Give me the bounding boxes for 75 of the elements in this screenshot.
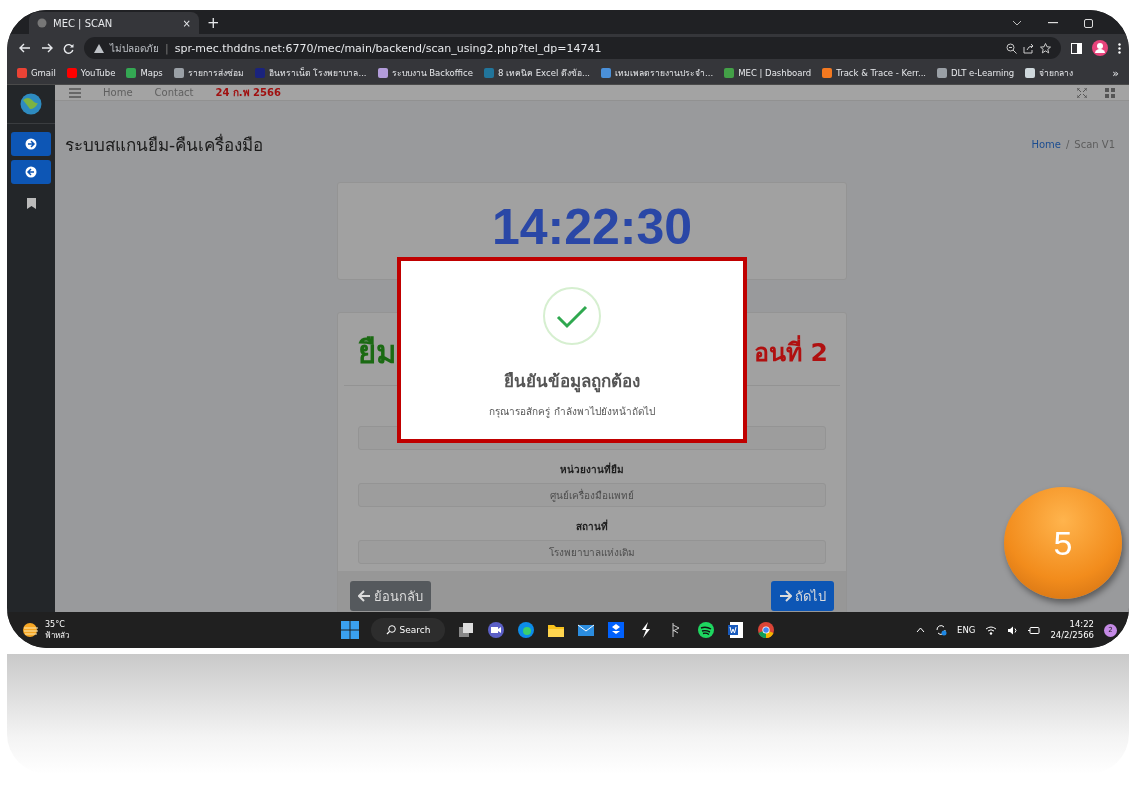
- avatar-icon[interactable]: [1092, 40, 1108, 56]
- bookmark[interactable]: Maps: [126, 68, 163, 78]
- close-icon[interactable]: ×: [182, 17, 191, 29]
- arrow-right-icon: [779, 590, 792, 602]
- more-menu-icon[interactable]: [1118, 42, 1121, 54]
- document-app-icon[interactable]: [727, 621, 745, 639]
- reload-icon[interactable]: [63, 42, 74, 54]
- bookmark[interactable]: DLT e-Learning: [937, 68, 1015, 78]
- chrome-icon[interactable]: [757, 621, 775, 639]
- bookmark[interactable]: ระบบงาน Backoffice: [377, 66, 473, 80]
- breadcrumb-separator: /: [1065, 139, 1070, 150]
- dialog-message: กรุณารอสักครู่ กำลังพาไปยังหน้าถัดไป: [489, 405, 655, 419]
- new-tab-button[interactable]: +: [207, 12, 220, 34]
- more-bookmarks-button[interactable]: »: [1112, 66, 1119, 80]
- clock-time[interactable]: 14:22: [1069, 619, 1094, 630]
- clock-date[interactable]: 24/2/2566: [1050, 630, 1094, 641]
- page-title: ระบบสแกนยืม-คืนเครื่องมือ: [65, 132, 264, 157]
- bookmark[interactable]: เทมเพลตรายงานประจำ...: [601, 66, 714, 80]
- search-button[interactable]: Search: [371, 618, 445, 642]
- task-view-icon[interactable]: [457, 621, 475, 639]
- arrow-right-icon: [25, 138, 37, 150]
- field-label: หน่วยงานที่ยืม: [559, 462, 625, 477]
- bookmark-icon[interactable]: [26, 198, 36, 209]
- form-heading: ยืม: [358, 333, 396, 372]
- search-icon: [385, 625, 396, 635]
- box-icon[interactable]: [607, 621, 625, 639]
- volume-icon[interactable]: [1007, 625, 1019, 635]
- form-heading-step: อนที่ 2: [753, 332, 828, 385]
- temperature-text: 35°C: [45, 619, 66, 630]
- forward-arrow-icon[interactable]: [41, 43, 53, 53]
- bookmark[interactable]: จ่ายกลาง: [1025, 66, 1074, 80]
- video-chat-icon[interactable]: [487, 621, 505, 639]
- start-icon[interactable]: [341, 621, 359, 639]
- zoom-icon[interactable]: [1006, 42, 1017, 54]
- battery-icon[interactable]: [1028, 625, 1041, 635]
- chevron-up-icon[interactable]: [916, 627, 926, 633]
- success-check-icon: [543, 287, 601, 345]
- bookmark[interactable]: อินทราเน็ต โรงพยาบาล...: [254, 66, 367, 80]
- next-button[interactable]: ถัดไป: [771, 581, 834, 611]
- bookmark[interactable]: Track & Trace - Kerr...: [822, 68, 927, 78]
- chevron-down-icon[interactable]: [1012, 20, 1022, 26]
- bookmark[interactable]: YouTube: [66, 68, 116, 78]
- bookmark[interactable]: 8 เทคนิค Excel ดึงข้อ...: [483, 66, 591, 80]
- fullscreen-icon[interactable]: [1077, 87, 1087, 98]
- clock-text: 14:22:30: [491, 198, 693, 256]
- warning-icon: [94, 43, 104, 53]
- breadcrumb-current: Scan V1: [1074, 139, 1115, 150]
- arrow-left-icon: [25, 166, 37, 178]
- star-icon[interactable]: [1040, 42, 1051, 54]
- music-app-icon[interactable]: [697, 621, 715, 639]
- share-icon[interactable]: [1023, 42, 1034, 54]
- restore-icon[interactable]: [1084, 18, 1093, 28]
- back-button[interactable]: ย้อนกลับ: [350, 581, 431, 611]
- side-panel-icon[interactable]: [1071, 42, 1082, 54]
- wifi-icon[interactable]: [985, 625, 998, 635]
- bookmark[interactable]: Gmail: [17, 68, 56, 78]
- browser-tab[interactable]: MEC | SCAN ×: [29, 12, 199, 34]
- scan-in-button[interactable]: [11, 132, 51, 156]
- date-text: 24 ก.พ 2566: [215, 86, 281, 100]
- weather-sun-icon: [21, 622, 39, 638]
- minimize-icon[interactable]: [1048, 22, 1058, 24]
- weather-text: ฟ้าหลัว: [45, 630, 69, 641]
- grid-icon[interactable]: [1105, 87, 1115, 98]
- scan-out-button[interactable]: [11, 160, 51, 184]
- arrow-left-icon: [358, 590, 371, 602]
- bookmark[interactable]: รายการส่งซ่อม: [173, 66, 244, 80]
- field-label: สถานที่: [575, 519, 609, 534]
- address-bar[interactable]: ไม่ปลอดภัย | spr-mec.thddns.net:6770/mec/main/backend/scan_using2.php?tel_dp=14741: [84, 37, 1061, 59]
- back-arrow-icon[interactable]: [19, 43, 31, 53]
- bookmark[interactable]: MEC | Dashboard: [724, 68, 812, 78]
- language-indicator[interactable]: ENG: [957, 625, 976, 635]
- sync-icon[interactable]: [935, 624, 948, 636]
- step-number-badge: 5: [1004, 487, 1122, 599]
- globe-logo-icon: [20, 93, 42, 115]
- dialog-title: ยืนยันข้อมูลถูกต้อง: [504, 370, 640, 394]
